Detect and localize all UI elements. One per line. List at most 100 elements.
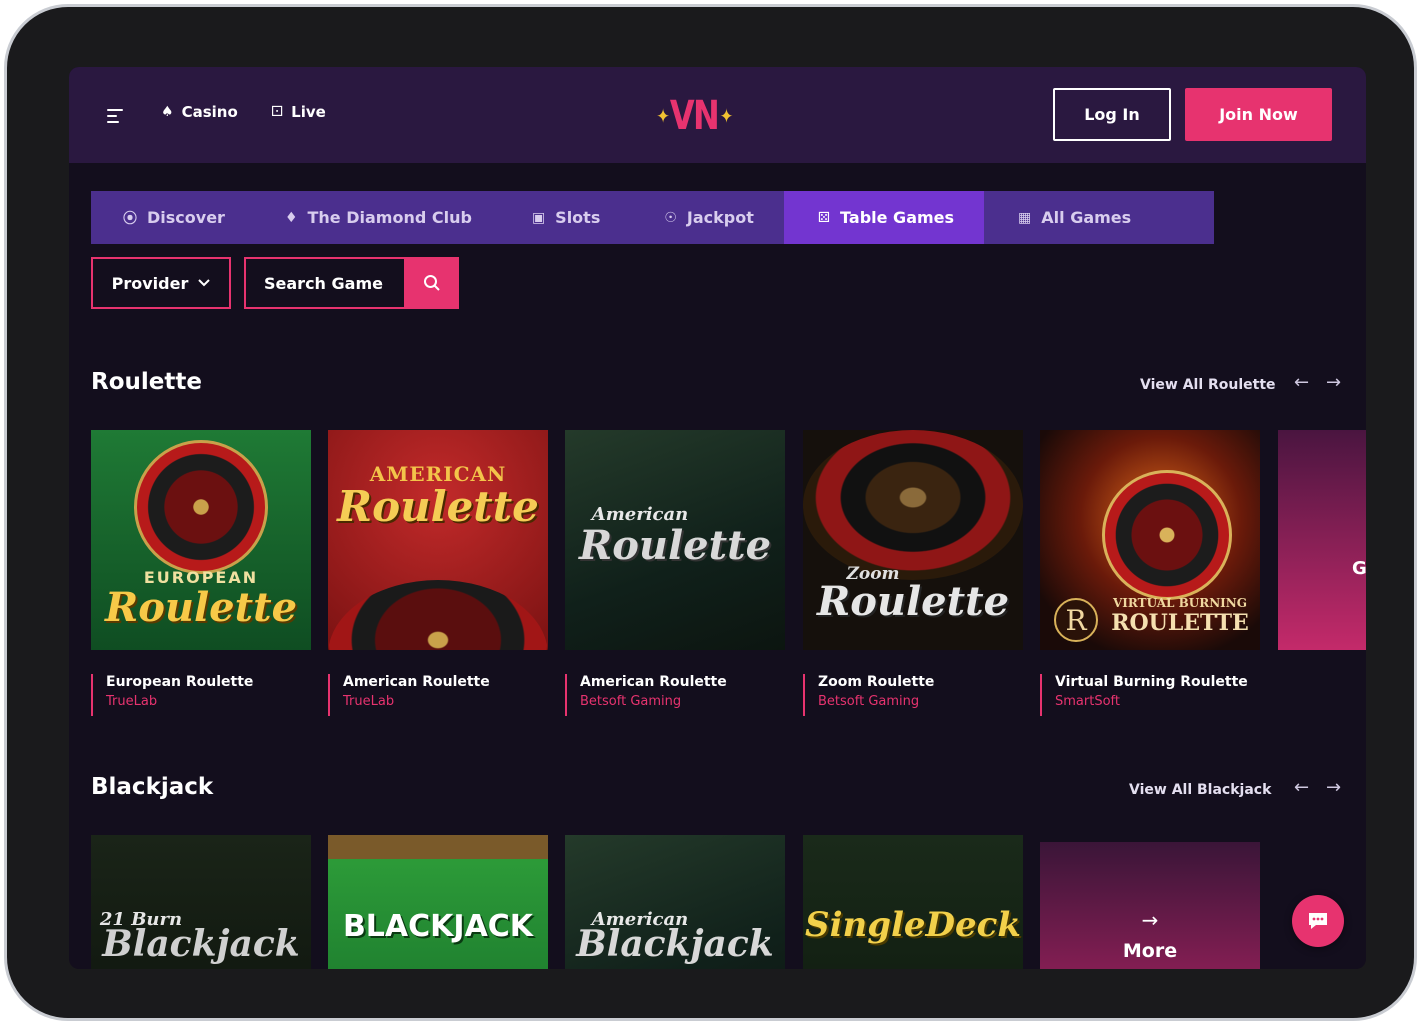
dice-icon: ⚀ [271,104,284,120]
game-card[interactable]: VIRTUAL BURNING ROULETTE R Virtual Burni… [1040,430,1260,716]
view-all-blackjack-link[interactable]: View All Blackjack [1129,782,1271,798]
game-thumbnail[interactable]: American Roulette [565,430,785,650]
tab-slots[interactable]: ▣ Slots [494,191,622,244]
tab-label: Table Games [840,208,955,227]
tab-label: The Diamond Club [307,208,472,227]
section-title-blackjack: Blackjack [91,774,214,800]
game-provider: TrueLab [343,694,395,709]
burning-roulette-emblem-icon: R [1054,598,1098,642]
tab-label: All Games [1041,208,1132,227]
search-button[interactable] [404,257,459,309]
search-input[interactable] [246,273,404,293]
game-card[interactable]: American Blackjack [565,835,785,969]
game-meta: Virtual Burning Roulette SmartSoft [1040,674,1260,716]
chevron-down-icon [198,279,211,287]
game-name: Virtual Burning Roulette [1055,674,1248,690]
tab-table-games[interactable]: ⚄ Table Games [783,191,985,244]
game-card[interactable]: BLACKJACK [328,835,548,969]
chip-rack-image [328,835,548,859]
game-provider: TrueLab [106,694,158,709]
game-name: American Roulette [580,674,727,690]
roulette-wheel-image [1102,470,1232,600]
roulette-wheel-image [328,580,548,650]
game-art-title: Blackjack [102,923,300,965]
join-now-button[interactable]: Join Now [1185,88,1332,141]
game-meta: Zoom Roulette Betsoft Gaming [803,674,1023,716]
arrow-left-icon[interactable]: ← [1294,372,1309,393]
category-tabs: ⦿ Discover ♦ The Diamond Club ▣ Slots ☉ … [91,191,1214,244]
game-meta: American Roulette TrueLab [328,674,548,716]
arrow-right-icon: → [1141,908,1159,932]
nav-casino[interactable]: ♠ Casino [161,103,238,121]
game-thumbnail[interactable]: AMERICAN Roulette [328,430,548,650]
sparkle-icon: ✦ [656,104,669,128]
game-thumbnail[interactable]: SingleDeck [803,835,1023,969]
game-name: Zoom Roulette [818,674,935,690]
game-card[interactable]: American Roulette American Roulette Bets… [565,430,785,716]
more-games-card[interactable]: → More [1040,842,1260,969]
search-icon [423,275,440,291]
game-name: American Roulette [343,674,490,690]
tab-jackpot[interactable]: ☉ Jackpot [622,191,784,244]
nav-casino-label: Casino [181,103,238,121]
top-bar: ♠ Casino ⚀ Live ✦ VN ✦ Log In Join Now [69,67,1366,163]
game-thumbnail[interactable]: American Blackjack [565,835,785,969]
search-box [244,257,459,309]
game-thumbnail[interactable]: EUROPEAN Roulette [91,430,311,650]
provider-label: Provider [111,273,189,293]
grid-icon: ▦ [1018,209,1032,226]
tab-label: Discover [147,208,225,227]
coins-icon: ☉ [664,209,677,226]
game-art-title: Roulette [104,584,298,631]
hamburger-menu-icon[interactable] [107,109,123,123]
dice-icon: ⚄ [817,209,831,226]
game-name: European Roulette [106,674,254,690]
tab-discover[interactable]: ⦿ Discover [91,191,247,244]
game-art-title: SingleDeck [805,905,1021,945]
section-title-roulette: Roulette [91,369,202,395]
more-label: More [1122,940,1178,962]
logo[interactable]: ✦ VN ✦ [656,91,733,141]
view-all-roulette-link[interactable]: View All Roulette [1140,377,1276,393]
tab-label: Slots [555,208,601,227]
login-button[interactable]: Log In [1053,88,1171,141]
chat-bubble-icon [1309,913,1327,929]
game-thumbnail[interactable]: Zoom Roulette [803,430,1023,650]
game-meta: European Roulette TrueLab [91,674,311,716]
partial-game-card[interactable]: G [1278,430,1366,650]
game-card[interactable]: Zoom Roulette Zoom Roulette Betsoft Gami… [803,430,1023,716]
arrow-left-icon[interactable]: ← [1294,777,1309,798]
compass-icon: ⦿ [123,210,137,227]
game-provider: Betsoft Gaming [580,694,682,709]
roulette-wheel-image [134,440,268,574]
diamond-card-icon: ♦ [284,209,298,226]
game-card[interactable]: EUROPEAN Roulette European Roulette True… [91,430,311,716]
game-card[interactable]: 21 Burn Blackjack [91,835,311,969]
nav-live[interactable]: ⚀ Live [271,103,326,121]
provider-dropdown[interactable]: Provider [91,257,231,309]
game-art-title: BLACKJACK [342,909,534,944]
arrow-right-icon[interactable]: → [1326,777,1341,798]
cherries-icon: ♠ [161,104,174,120]
game-card[interactable]: AMERICAN Roulette American Roulette True… [328,430,548,716]
partial-card-text: G [1352,558,1366,579]
roulette-wheel-image [803,430,1023,580]
game-thumbnail[interactable]: BLACKJACK [328,835,548,969]
tablet-frame: ♠ Casino ⚀ Live ✦ VN ✦ Log In Join Now ⦿… [4,4,1417,1021]
logo-text: VN [669,93,720,139]
app-screen: ♠ Casino ⚀ Live ✦ VN ✦ Log In Join Now ⦿… [69,67,1366,969]
sparkle-icon: ✦ [719,104,733,128]
game-art-title: Roulette [578,522,772,569]
game-art-title: ROULETTE [1111,610,1249,636]
game-card[interactable]: SingleDeck [803,835,1023,969]
game-meta: American Roulette Betsoft Gaming [565,674,785,716]
tab-all-games[interactable]: ▦ All Games [984,191,1153,244]
game-thumbnail[interactable]: 21 Burn Blackjack [91,835,311,969]
game-art-title: Blackjack [576,923,774,965]
game-art-title: Roulette [816,578,1010,625]
game-thumbnail[interactable]: VIRTUAL BURNING ROULETTE R [1040,430,1260,650]
live-chat-button[interactable] [1292,895,1344,947]
arrow-right-icon[interactable]: → [1326,372,1341,393]
tab-diamond-club[interactable]: ♦ The Diamond Club [247,191,494,244]
nav-live-label: Live [291,103,326,121]
